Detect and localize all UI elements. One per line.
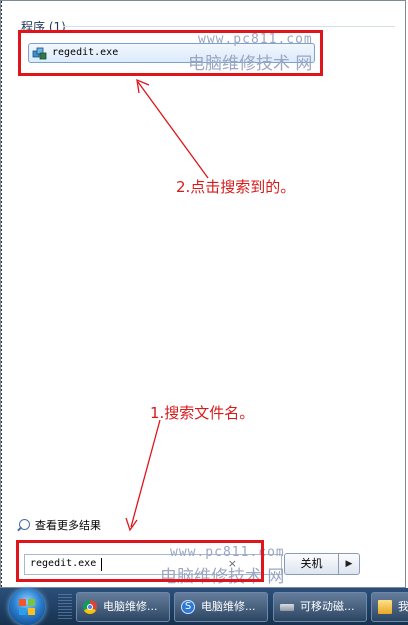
arrow-to-result bbox=[137, 81, 209, 179]
taskbar-button-label: 我 bbox=[398, 600, 408, 613]
taskbar-button-folder[interactable]: 我 bbox=[371, 592, 408, 622]
taskbar-button-label: 电脑维修... bbox=[201, 600, 256, 613]
arrow-head-result-icon bbox=[136, 78, 150, 94]
removable-drive-icon bbox=[280, 604, 294, 611]
annotation-step-2: 2.点击搜索到的。 bbox=[176, 178, 296, 196]
taskbar-separator bbox=[58, 594, 72, 620]
taskbar-button-label: 电脑维修... bbox=[103, 600, 158, 613]
annotation-arrows bbox=[125, 78, 209, 532]
taskbar-button-removable-drive[interactable]: 可移动磁... bbox=[273, 592, 367, 622]
taskbar-button-sogou[interactable]: S 电脑维修... bbox=[174, 592, 268, 622]
taskbar-button-label: 可移动磁... bbox=[300, 600, 355, 613]
folder-icon bbox=[378, 600, 392, 614]
annotation-step-1: 1.搜索文件名。 bbox=[150, 404, 255, 422]
start-button-windows-icon[interactable] bbox=[9, 589, 45, 625]
arrow-to-search bbox=[130, 419, 161, 528]
taskbar-button-chrome[interactable]: 电脑维修... bbox=[76, 592, 170, 622]
chrome-icon bbox=[83, 600, 97, 614]
sogou-browser-icon: S bbox=[181, 600, 195, 614]
